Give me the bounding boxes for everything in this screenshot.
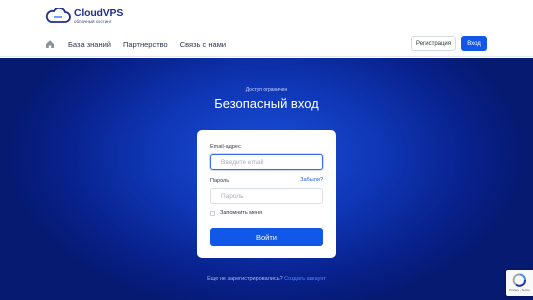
signup-question: Еще не зарегистрировались?	[207, 276, 283, 282]
home-icon[interactable]	[45, 39, 55, 49]
login-button[interactable]: Вход	[461, 36, 487, 51]
brand-name: CloudVPS	[74, 7, 124, 19]
create-account-link[interactable]: Создать аккаунт	[284, 276, 326, 282]
forgot-password-link[interactable]: Забыли?	[300, 177, 323, 183]
password-input[interactable]: Пароль	[210, 188, 323, 204]
email-input[interactable]: Введите email	[210, 154, 323, 170]
logo[interactable]: CloudVPS облачный хостинг	[45, 6, 123, 24]
email-placeholder: Введите email	[221, 158, 264, 166]
cloud-logo-icon	[45, 8, 71, 23]
site-header: CloudVPS облачный хостинг База знаний Па…	[0, 0, 533, 57]
nav-item-partnership[interactable]: Партнерство	[123, 40, 168, 49]
register-button[interactable]: Регистрация	[411, 36, 456, 51]
page-title: Безопасный вход	[214, 96, 319, 111]
signup-prompt: Еще не зарегистрировались? Создать аккау…	[0, 276, 533, 282]
brand-tagline: облачный хостинг	[74, 19, 112, 24]
recaptcha-icon	[512, 273, 526, 287]
access-notice: Доступ ограничен	[245, 87, 288, 93]
login-card: Email-адрес Введите email Пароль Забыли?…	[197, 130, 336, 258]
main-nav: База знаний Партнерство Связь с нами	[45, 37, 238, 51]
recaptcha-badge[interactable]: Privacy - Terms	[506, 270, 533, 296]
password-label: Пароль	[210, 178, 230, 184]
recaptcha-text: Privacy - Terms	[509, 288, 530, 292]
nav-item-contact[interactable]: Связь с нами	[180, 40, 226, 49]
password-placeholder: Пароль	[221, 192, 244, 200]
remember-label[interactable]: Запомнить меня	[220, 210, 262, 216]
hero-section: Доступ ограничен Безопасный вход Email-а…	[0, 58, 533, 300]
nav-item-knowledge-base[interactable]: База знаний	[68, 40, 111, 49]
submit-button[interactable]: Войти	[210, 228, 323, 246]
email-label: Email-адрес	[210, 144, 241, 150]
remember-checkbox[interactable]	[210, 211, 215, 216]
